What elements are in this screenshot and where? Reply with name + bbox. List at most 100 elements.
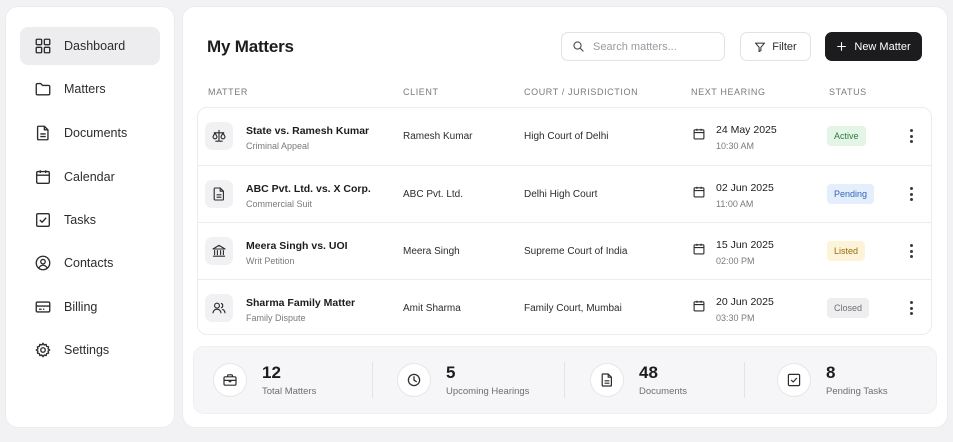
hearing-time: 10:30 AM (716, 141, 755, 151)
stat-value: 5 (446, 363, 456, 382)
client-name: Ramesh Kumar (403, 131, 473, 142)
sidebar-item-dashboard[interactable]: Dashboard (20, 27, 160, 65)
hearing-date: 20 Jun 2025 (716, 296, 774, 308)
filter-icon (755, 42, 766, 52)
hearing-date: 24 May 2025 (716, 124, 777, 136)
calendar-icon (693, 128, 705, 140)
hearing-date: 02 Jun 2025 (716, 182, 774, 194)
matter-type: Writ Petition (246, 256, 295, 266)
briefcase-icon (214, 364, 246, 396)
stat-label: Pending Tasks (826, 386, 888, 397)
matters-table: State vs. Ramesh Kumar Criminal Appeal R… (197, 107, 932, 335)
status-badge: Pending (827, 184, 875, 204)
filter-button[interactable]: Filter (740, 32, 811, 61)
column-header-status: STATUS (829, 87, 867, 97)
folder-icon (35, 82, 51, 96)
matter-type: Commercial Suit (246, 199, 313, 209)
status-badge: Listed (827, 241, 866, 261)
court-name: High Court of Delhi (524, 131, 609, 142)
matter-title: State vs. Ramesh Kumar (246, 125, 370, 137)
search-input[interactable] (593, 40, 713, 53)
checkbox-icon (778, 364, 810, 396)
calendar-icon (693, 186, 705, 198)
table-row[interactable]: ABC Pvt. Ltd. vs. X Corp. Commercial Sui… (198, 165, 931, 222)
row-menu-button[interactable] (902, 126, 920, 146)
column-header-matter: MATTER (208, 87, 248, 97)
client-name: Amit Sharma (403, 303, 461, 314)
calendar-icon (36, 170, 50, 184)
row-menu-button[interactable] (902, 298, 920, 318)
sidebar-item-label: Settings (64, 343, 110, 357)
plus-icon (837, 42, 847, 51)
calendar-icon (693, 243, 705, 255)
sidebar-item-label: Contacts (64, 256, 114, 270)
client-name: Meera Singh (403, 246, 460, 257)
stat-label: Upcoming Hearings (446, 386, 530, 397)
stats-bar: 12 Total Matters 5 Upcoming Hearings 48 … (194, 347, 936, 413)
sidebar-item-settings[interactable]: Settings (20, 331, 160, 369)
sidebar-item-label: Dashboard (64, 39, 126, 53)
sidebar-item-tasks[interactable]: Tasks (20, 201, 160, 239)
sidebar-item-calendar[interactable]: Calendar (20, 158, 160, 196)
matter-title: Sharma Family Matter (246, 297, 356, 309)
stat-value: 8 (826, 363, 836, 382)
stat-value: 12 (262, 363, 281, 382)
hearing-time: 03:30 PM (716, 313, 755, 323)
users-icon (205, 294, 233, 322)
court-name: Delhi High Court (524, 189, 598, 200)
stat-label: Total Matters (262, 386, 317, 397)
hearing-date: 15 Jun 2025 (716, 239, 774, 251)
matter-type: Family Dispute (246, 313, 306, 323)
courthouse-icon (205, 237, 233, 265)
calendar-icon (693, 300, 705, 312)
hearing-time: 11:00 AM (716, 199, 754, 209)
document-icon (205, 180, 233, 208)
matter-title: ABC Pvt. Ltd. vs. X Corp. (246, 183, 371, 195)
row-menu-button[interactable] (902, 184, 920, 204)
column-header-court: COURT / JURISDICTION (524, 87, 639, 97)
user-circle-icon (35, 255, 51, 271)
document-icon (591, 364, 623, 396)
divider (564, 362, 565, 398)
row-menu-button[interactable] (902, 241, 920, 261)
matter-type: Criminal Appeal (246, 141, 310, 151)
new-matter-label: New Matter (854, 40, 911, 53)
sidebar-item-label: Tasks (64, 213, 96, 227)
sidebar-item-label: Documents (64, 126, 128, 140)
sidebar-item-documents[interactable]: Documents (20, 114, 160, 152)
sidebar: Dashboard Matters Documents Calendar Tas… (6, 7, 174, 427)
search-icon (573, 41, 584, 52)
sidebar-item-label: Billing (64, 300, 98, 314)
checkbox-icon (36, 213, 50, 227)
new-matter-button[interactable]: New Matter (825, 32, 922, 61)
table-row[interactable]: Meera Singh vs. UOI Writ Petition Meera … (198, 222, 931, 279)
client-name: ABC Pvt. Ltd. (403, 189, 464, 200)
sidebar-item-contacts[interactable]: Contacts (20, 244, 160, 282)
grid-icon (35, 38, 51, 54)
divider (372, 362, 373, 398)
court-name: Supreme Court of India (524, 246, 628, 257)
clock-icon (398, 364, 430, 396)
table-row[interactable]: Sharma Family Matter Family Dispute Amit… (198, 279, 931, 336)
stat-value: 48 (639, 363, 658, 382)
main-panel: My Matters Filter New Matter MATTER CLIE… (183, 7, 947, 427)
page-title: My Matters (207, 37, 294, 56)
document-icon (36, 125, 49, 141)
table-row[interactable]: State vs. Ramesh Kumar Criminal Appeal R… (198, 108, 931, 165)
status-badge: Active (827, 126, 866, 146)
card-icon (35, 301, 51, 313)
matter-title: Meera Singh vs. UOI (246, 240, 348, 252)
court-name: Family Court, Mumbai (524, 303, 622, 314)
divider (744, 362, 745, 398)
sidebar-item-label: Matters (64, 82, 106, 96)
search-box[interactable] (561, 32, 725, 61)
column-header-client: CLIENT (403, 87, 439, 97)
status-badge: Closed (827, 298, 870, 318)
scales-icon (205, 122, 233, 150)
column-header-next-hearing: NEXT HEARING (691, 87, 766, 97)
sidebar-item-billing[interactable]: Billing (20, 288, 160, 326)
sidebar-item-label: Calendar (64, 170, 115, 184)
gear-icon (35, 342, 51, 358)
hearing-time: 02:00 PM (716, 256, 755, 266)
sidebar-item-matters[interactable]: Matters (20, 70, 160, 108)
